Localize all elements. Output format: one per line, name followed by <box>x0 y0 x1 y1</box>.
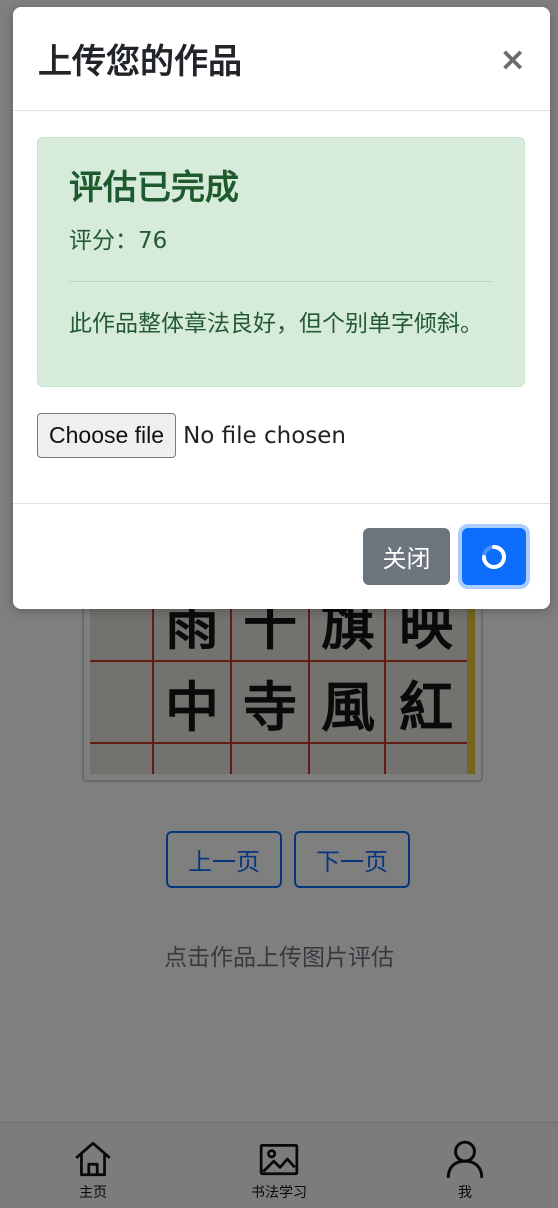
alert-heading: 评估已完成 <box>69 168 239 208</box>
file-status: No file chosen <box>183 422 347 449</box>
close-button[interactable]: 关闭 <box>363 528 450 585</box>
modal-body: 评估已完成 评分：76 此作品整体章法良好，但个别单字倾斜。 Choose fi… <box>13 111 550 504</box>
spinner-icon <box>482 544 506 569</box>
page: 雨 十 旗 映 中 寺 風 紅 上一页 下一页 点击作品上传图片评估 主页 <box>0 0 558 1208</box>
submit-button[interactable] <box>462 528 526 585</box>
result-alert: 评估已完成 评分：76 此作品整体章法良好，但个别单字倾斜。 <box>37 137 525 387</box>
file-input: Choose file No file chosen <box>37 413 526 458</box>
upload-modal: 上传您的作品 × 评估已完成 评分：76 此作品整体章法良好，但个别单字倾斜。 … <box>13 7 550 609</box>
alert-divider <box>69 281 493 282</box>
modal-header: 上传您的作品 × <box>13 7 550 111</box>
modal-title: 上传您的作品 <box>38 42 242 82</box>
score-text: 评分：76 <box>69 228 168 254</box>
modal-footer: 关闭 <box>13 504 550 609</box>
evaluation-comment: 此作品整体章法良好，但个别单字倾斜。 <box>69 311 483 337</box>
choose-file-button[interactable]: Choose file <box>37 413 177 458</box>
close-icon[interactable]: × <box>499 43 526 75</box>
